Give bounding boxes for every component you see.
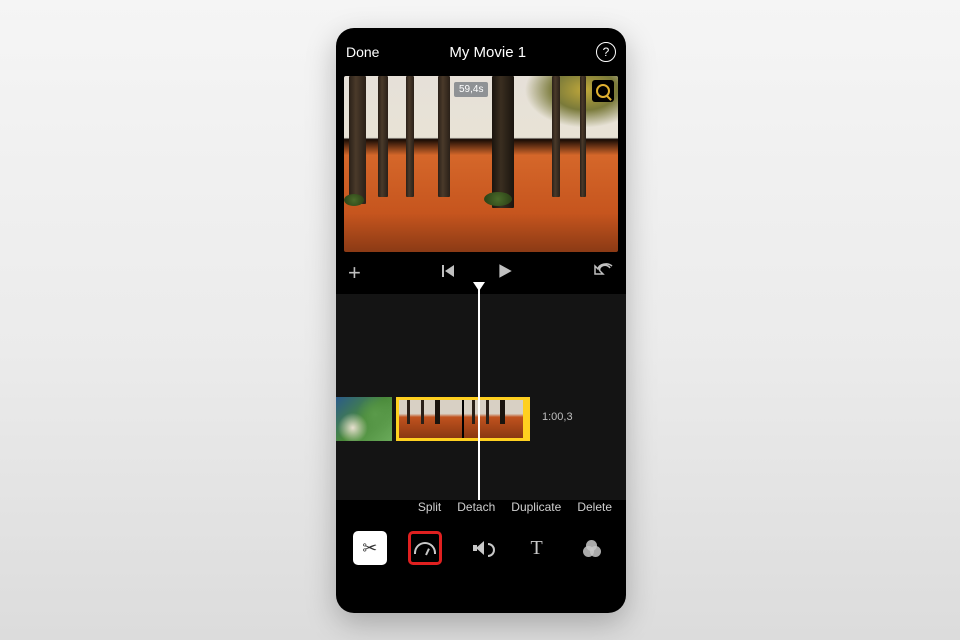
speaker-icon [473, 541, 489, 555]
speed-tool[interactable] [408, 531, 442, 565]
clip-duration-label: 1:00,3 [542, 411, 573, 423]
tool-tabs: ✂ T [336, 524, 626, 578]
timeline[interactable]: 1:00,3 [336, 294, 626, 500]
detach-button[interactable]: Detach [457, 500, 495, 514]
undo-button[interactable] [594, 263, 614, 284]
undo-icon [594, 263, 614, 279]
duplicate-button[interactable]: Duplicate [511, 500, 561, 514]
header-bar: Done My Movie 1 ? [336, 28, 626, 76]
filters-tool[interactable] [575, 531, 609, 565]
skip-start-button[interactable] [440, 263, 456, 284]
forest-scene-image [344, 76, 618, 252]
project-title[interactable]: My Movie 1 [449, 44, 526, 61]
video-track[interactable] [336, 396, 626, 442]
clip-thumb-a [399, 400, 462, 438]
text-icon: T [530, 537, 542, 560]
playhead[interactable] [478, 284, 480, 500]
preview-viewer[interactable]: 59,4s [344, 76, 618, 252]
clip-action-row: Split Detach Duplicate Delete [336, 500, 626, 524]
help-button[interactable]: ? [596, 42, 616, 62]
magnifier-icon [596, 84, 610, 98]
delete-button[interactable]: Delete [577, 500, 612, 514]
zoom-button[interactable] [592, 80, 614, 102]
clip-1-thumbnail[interactable] [336, 397, 392, 441]
titles-tool[interactable]: T [520, 531, 554, 565]
selected-clip[interactable] [396, 397, 530, 441]
filters-icon [583, 540, 601, 556]
play-button[interactable] [496, 262, 514, 285]
play-icon [496, 262, 514, 280]
skip-back-icon [440, 263, 456, 279]
done-button[interactable]: Done [346, 44, 379, 60]
imovie-mobile-editor: Done My Movie 1 ? 59,4s + [336, 28, 626, 613]
speedometer-icon [414, 542, 436, 554]
clip-time-badge: 59,4s [454, 82, 488, 97]
split-button[interactable]: Split [418, 500, 441, 514]
clip-thumb-b [464, 400, 527, 438]
add-media-button[interactable]: + [348, 260, 361, 286]
volume-tool[interactable] [464, 531, 498, 565]
trim-handle-right[interactable] [523, 400, 530, 438]
scissors-icon: ✂ [362, 538, 377, 559]
trim-tool[interactable]: ✂ [353, 531, 387, 565]
